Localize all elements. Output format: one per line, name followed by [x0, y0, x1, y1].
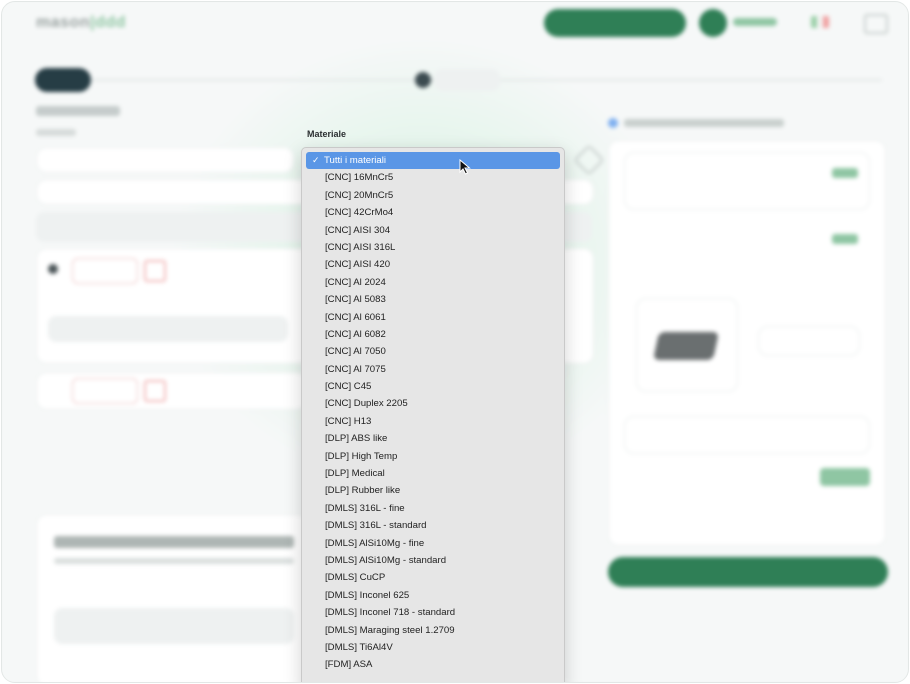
app-window: mason|ddd Materiale ✓ Tutti i materiali … — [1, 1, 909, 683]
post-process-text — [54, 558, 294, 564]
part-radio[interactable] — [48, 264, 58, 274]
material-option[interactable]: [CNC] 42CrMo4 — [306, 204, 560, 221]
avatar[interactable] — [699, 9, 727, 37]
post-process-option[interactable] — [54, 608, 294, 644]
standard-delivery-price — [832, 168, 858, 178]
material-dropdown-list[interactable]: ✓ Tutti i materiali [CNC] 16MnCr5 [CNC] 20M… — [301, 147, 565, 682]
material-option-label: [CNC] Al 5083 — [325, 294, 386, 306]
material-option-label: [CNC] Al 7075 — [325, 363, 386, 375]
remove-part-button-2[interactable] — [72, 378, 138, 404]
material-option[interactable]: [DLP] Rubber like — [306, 482, 560, 499]
material-option-label: [CNC] AISI 316L — [325, 241, 396, 253]
shipping-notice — [624, 119, 784, 127]
language-flag-icon[interactable] — [811, 16, 829, 28]
file-name — [36, 106, 120, 116]
remove-part-button[interactable] — [72, 258, 138, 284]
material-option[interactable]: [DMLS] Ti6Al4V — [306, 639, 560, 656]
material-option-label: [CNC] Duplex 2205 — [325, 398, 408, 410]
material-option-label: [DMLS] Ti6Al4V — [325, 641, 393, 653]
step-2-label — [434, 69, 500, 91]
material-option[interactable]: [CNC] C45 — [306, 378, 560, 395]
material-option[interactable]: ✓ Tutti i materiali — [306, 152, 560, 170]
checkmark-icon: ✓ — [312, 155, 320, 165]
material-option-label: [DMLS] Inconel 718 - standard — [325, 607, 456, 619]
material-option[interactable]: [DMLS] AlSi10Mg - fine — [306, 535, 560, 552]
material-option[interactable]: [DMLS] 316L - fine — [306, 500, 560, 517]
material-option[interactable]: [CNC] Al 5083 — [306, 291, 560, 308]
material-option[interactable]: [DMLS] Maraging steel 1.2709 — [306, 622, 560, 639]
post-process-heading — [54, 536, 294, 548]
material-option[interactable]: [CNC] Duplex 2205 — [306, 395, 560, 412]
info-icon — [608, 118, 618, 128]
material-option[interactable]: [DMLS] AlSi10Mg - standard — [306, 552, 560, 569]
material-option[interactable]: [DLP] Medical — [306, 465, 560, 482]
step-2-marker[interactable] — [415, 72, 431, 88]
quality-select[interactable] — [48, 316, 288, 342]
material-option[interactable]: [CNC] Al 2024 — [306, 274, 560, 291]
material-option-label: [CNC] AISI 420 — [325, 259, 391, 271]
material-option-label: [CNC] Al 6082 — [325, 328, 386, 340]
material-option-label: [CNC] 16MnCr5 — [325, 172, 394, 184]
material-option[interactable]: [CNC] AISI 316L — [306, 239, 560, 256]
material-option-label: [FDM] ASA — [325, 659, 373, 671]
material-option[interactable]: [DLP] High Temp — [306, 448, 560, 465]
material-option[interactable]: [CNC] Al 7050 — [306, 343, 560, 360]
material-option-label: [CNC] AISI 304 — [325, 224, 391, 236]
material-option-label: [DMLS] 316L - fine — [325, 502, 405, 514]
express-delivery-price — [832, 234, 858, 244]
shipping-select[interactable] — [624, 416, 870, 454]
material-option[interactable]: [DMLS] Inconel 625 — [306, 587, 560, 604]
material-option[interactable]: [CNC] 16MnCr5 — [306, 169, 560, 186]
quantity-input[interactable] — [758, 326, 860, 356]
material-option[interactable]: [DLP] ABS like — [306, 430, 560, 447]
material-option-label: [CNC] Al 7050 — [325, 346, 386, 358]
material-option[interactable]: [CNC] Al 6061 — [306, 309, 560, 326]
material-option-label: Tutti i materiali — [324, 155, 387, 166]
edit-icon[interactable] — [573, 144, 605, 176]
material-option[interactable]: [CNC] AISI 420 — [306, 256, 560, 273]
material-option-label: [CNC] C45 — [325, 381, 372, 393]
material-option-label: [CNC] Al 6061 — [325, 311, 386, 323]
pdf-file-icon-2 — [144, 380, 166, 402]
material-option-label: [CNC] H13 — [325, 415, 372, 427]
material-option[interactable]: [CNC] 20MnCr5 — [306, 187, 560, 204]
material-option-label: [DMLS] CuCP — [325, 572, 386, 584]
total-price — [820, 468, 870, 486]
cart-icon[interactable] — [864, 14, 888, 34]
material-option-label: [DMLS] AlSi10Mg - standard — [325, 554, 447, 566]
material-option[interactable]: [CNC] Al 6082 — [306, 326, 560, 343]
material-option-label: [DMLS] AlSi10Mg - fine — [325, 537, 425, 549]
step-1[interactable] — [35, 68, 91, 92]
material-option[interactable]: [DMLS] Inconel 718 - standard — [306, 604, 560, 621]
material-option[interactable]: [FDM] ASA — [306, 656, 560, 673]
pdf-file-icon — [144, 260, 166, 282]
material-options: ✓ Tutti i materiali [CNC] 16MnCr5 [CNC] 20M… — [302, 152, 564, 674]
material-option-label: [DMLS] Inconel 625 — [325, 589, 410, 601]
standard-delivery-option[interactable] — [624, 152, 870, 210]
material-option[interactable]: [CNC] Al 7075 — [306, 361, 560, 378]
brand-logo: mason|ddd — [36, 14, 126, 31]
part-3d-thumbnail — [653, 332, 719, 360]
technology-label — [36, 129, 76, 136]
proceed-button[interactable] — [608, 557, 888, 587]
material-option-label: [CNC] 20MnCr5 — [325, 189, 394, 201]
material-option[interactable]: [CNC] AISI 304 — [306, 222, 560, 239]
material-option-label: [CNC] Al 2024 — [325, 276, 386, 288]
header-action-button[interactable] — [544, 9, 686, 37]
material-option[interactable]: [CNC] H13 — [306, 413, 560, 430]
material-option[interactable]: [DMLS] CuCP — [306, 569, 560, 586]
technology-select[interactable] — [36, 147, 294, 173]
material-option-label: [DMLS] 316L - standard — [325, 520, 427, 532]
material-option-label: [CNC] 42CrMo4 — [325, 207, 394, 219]
material-option[interactable]: [DMLS] 316L - standard — [306, 517, 560, 534]
material-option-label: [DLP] Rubber like — [325, 485, 401, 497]
material-option-label: [DLP] High Temp — [325, 450, 398, 462]
material-option-label: [DLP] ABS like — [325, 433, 388, 445]
material-option-label: [DMLS] Maraging steel 1.2709 — [325, 624, 455, 636]
account-link[interactable] — [733, 18, 777, 26]
material-option-label: [DLP] Medical — [325, 468, 385, 480]
mouse-pointer-icon — [459, 159, 471, 175]
express-delivery-option[interactable] — [624, 220, 868, 274]
material-label: Materiale — [307, 129, 347, 139]
